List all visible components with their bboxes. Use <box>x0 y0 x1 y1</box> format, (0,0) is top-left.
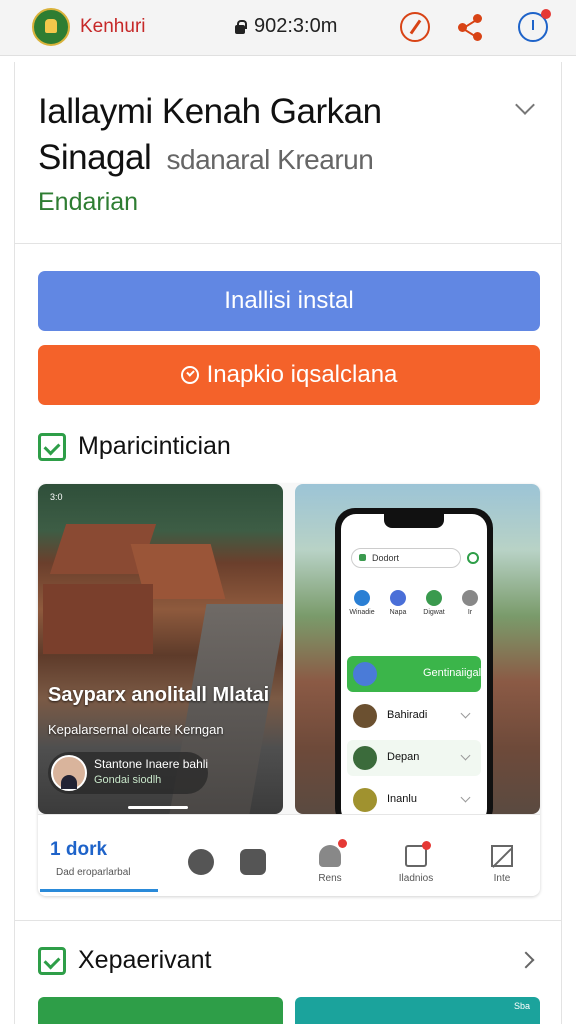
tab-indicator <box>40 889 158 892</box>
avatar <box>51 755 87 791</box>
checkbox-icon <box>38 432 66 461</box>
phone-tab: Ir <box>453 590 487 616</box>
history-icon[interactable] <box>518 9 551 42</box>
avatar <box>353 746 377 770</box>
refresh-icon <box>467 552 479 564</box>
site-name[interactable]: Kenhuri <box>80 16 146 38</box>
site-logo[interactable] <box>32 8 70 46</box>
app-category[interactable]: Endarian <box>38 188 138 217</box>
compass-nav-icon[interactable] <box>188 849 214 875</box>
home-indicator <box>128 806 188 809</box>
shot-status-time: 3:0 <box>50 492 63 502</box>
screenshot-village[interactable]: 3:0 Sayparx anolitall Mlatai Kepalarsern… <box>38 484 283 814</box>
nav-item-rens[interactable]: Rens <box>300 839 360 884</box>
app-title-line2: Sinagal sdanaral Krearun <box>38 138 374 178</box>
phone-tab: Winadie <box>345 590 379 616</box>
app-title-main: Sinagal <box>38 138 152 177</box>
phone-list-item: Bahiradi <box>347 698 481 734</box>
phone-list-item: Gentinaiigal <box>347 656 481 692</box>
screenshots-heading: Mparicintician <box>38 432 231 461</box>
compass-icon[interactable] <box>400 12 430 42</box>
app-title-sub: sdanaral Krearun <box>166 144 374 175</box>
check-circle-icon <box>180 366 199 384</box>
nav-active-sub: Dad eroparlarbal <box>56 867 131 878</box>
install-label: Inallisi instal <box>224 287 354 314</box>
second-heading-text: Xepaerivant <box>78 946 212 974</box>
phone-tabs: Winadie Napa Digwat Ir <box>341 580 487 636</box>
phone-list-item: Depan <box>347 740 481 776</box>
phone-screen: Dodort Winadie Napa Digwat Ir Gentinaiig… <box>341 514 487 814</box>
chip-sub: Gondai siodlh <box>94 774 162 786</box>
divider <box>14 243 562 244</box>
peek-card-right[interactable]: Sba <box>295 997 540 1024</box>
install-button[interactable]: Inallisi instal <box>38 271 540 331</box>
screenshot-phone[interactable]: Dodort Winadie Napa Digwat Ir Gentinaiig… <box>295 484 540 814</box>
notification-icon <box>405 841 431 867</box>
phone-notch <box>384 514 444 528</box>
address-bar[interactable]: 902:3:0m <box>234 15 337 38</box>
phone-tab: Napa <box>381 590 415 616</box>
peek-stat: Sba <box>513 1001 530 1011</box>
screenshot-gallery[interactable]: 3:0 Sayparx anolitall Mlatai Kepalarsern… <box>38 484 540 896</box>
open-label: Inapkio iqsalclana <box>206 361 398 388</box>
village-roof <box>43 584 153 654</box>
close-box-icon <box>491 845 513 867</box>
avatar <box>353 788 377 812</box>
nav-item-inte[interactable]: Inte <box>472 845 532 884</box>
phone-mockup: Dodort Winadie Napa Digwat Ir Gentinaiig… <box>335 508 493 814</box>
address-text: 902:3:0m <box>254 15 338 37</box>
nav-item-iladnios[interactable]: Iladnios <box>386 841 446 884</box>
chip-name: Stantone Inaere bahli <box>94 757 209 771</box>
lock-icon <box>234 19 247 35</box>
peek-card-left[interactable] <box>38 997 283 1024</box>
phone-tab: Digwat <box>417 590 451 616</box>
phone-list-item: Inanlu <box>347 782 481 814</box>
shot-caption: Sayparx anolitall Mlatai <box>48 684 270 706</box>
app-title-line1: Iallaymi Kenah Garkan <box>38 92 382 131</box>
image-nav-icon[interactable] <box>240 849 266 875</box>
avatar <box>353 662 377 686</box>
shot-caption-sub: Kepalarsernal olcarte Kerngan <box>48 722 224 737</box>
browser-toolbar: Kenhuri 902:3:0m <box>0 0 576 56</box>
checkbox-icon <box>38 946 66 975</box>
share-icon[interactable] <box>455 12 485 42</box>
open-button[interactable]: Inapkio iqsalclana <box>38 345 540 405</box>
gallery-bottom-nav: 1 dork Dad eroparlarbal Rens Iladnios In… <box>38 814 540 896</box>
second-section-heading[interactable]: Xepaerivant <box>38 946 211 975</box>
phone-search-field: Dodort <box>351 548 461 568</box>
nav-active-tab[interactable]: 1 dork <box>50 839 107 861</box>
screenshots-heading-text: Mparicintician <box>78 432 231 460</box>
profile-chip[interactable]: Stantone Inaere bahli Gondai siodlh <box>48 752 208 794</box>
divider <box>14 920 562 921</box>
cloud-icon <box>319 839 347 867</box>
avatar <box>353 704 377 728</box>
